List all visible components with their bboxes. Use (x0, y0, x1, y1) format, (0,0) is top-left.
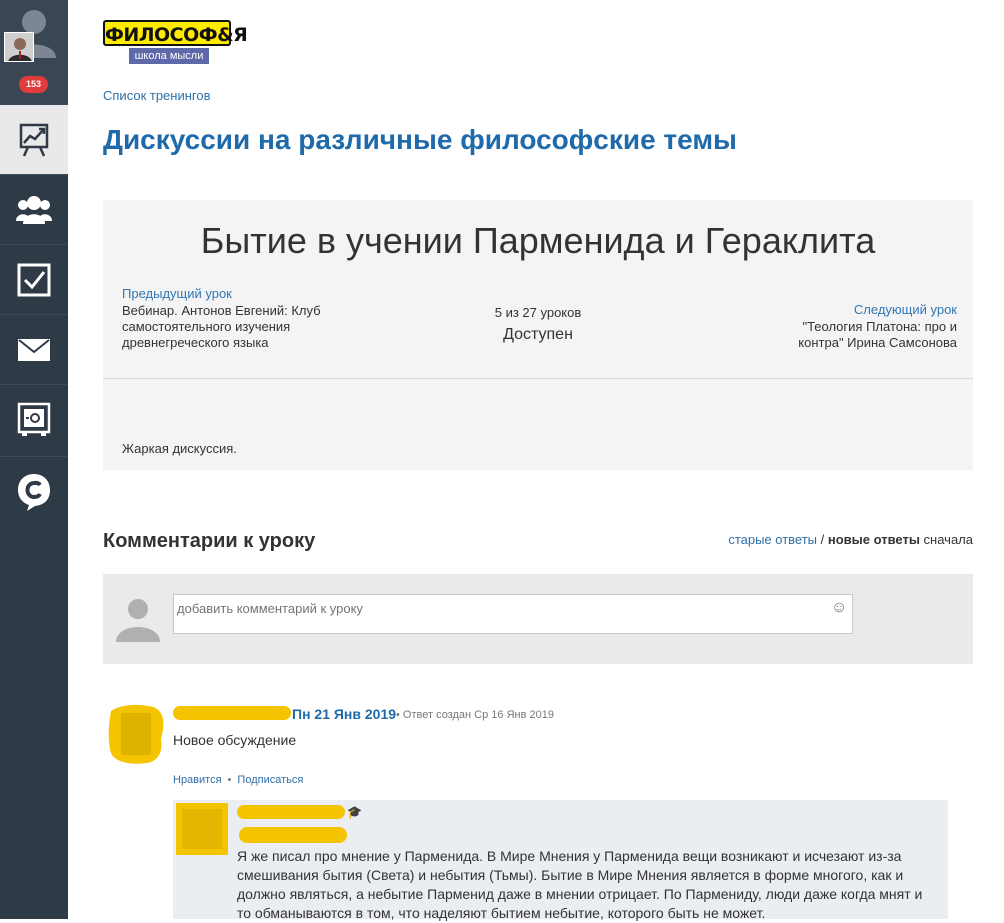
next-lesson-title[interactable]: "Теология Платона: про и контра" Ирина С… (757, 319, 957, 351)
comment-actions: Нравится • Подписаться (173, 774, 303, 786)
comment-meta: • Ответ создан Ср 16 Янв 2019 (396, 709, 554, 721)
sort-new-link[interactable]: новые ответы (828, 532, 920, 547)
logo-wordmark: ФИЛОСОФ&Я (103, 20, 248, 46)
comments-heading: Комментарии к уроку (103, 530, 316, 552)
comments-sort: старые ответы / новые ответы сначала (728, 532, 973, 547)
lesson-divider (103, 378, 973, 379)
lesson-counter: 5 из 27 уроков (494, 305, 582, 320)
avatar-photo-icon (5, 33, 33, 61)
notification-badge[interactable]: 153 (19, 76, 48, 93)
new-comment-box: ☺ (103, 574, 973, 664)
comment-input[interactable] (173, 594, 853, 634)
graduation-cap-icon: 🎓 (347, 805, 362, 819)
prev-lesson[interactable]: Предыдущий урок Вебинар. Антонов Евгений… (122, 286, 322, 351)
lesson-description: Жаркая дискуссия. (122, 441, 237, 456)
lesson-progress: 5 из 27 уроков Доступен (438, 305, 638, 344)
emoji-icon[interactable]: ☺ (831, 599, 847, 617)
lesson-status: Доступен (503, 326, 573, 343)
reply-author-redacted (237, 805, 345, 819)
sidebar-item-users[interactable] (0, 174, 68, 244)
users-group-icon (16, 195, 52, 224)
sort-suffix: сначала (919, 532, 973, 547)
sidebar: 153 (0, 0, 68, 919)
logo-tagline: школа мысли (129, 48, 209, 64)
next-lesson-label[interactable]: Следующий урок (757, 302, 957, 318)
prev-lesson-title[interactable]: Вебинар. Антонов Евгений: Клуб самостоят… (122, 303, 322, 351)
prev-lesson-label[interactable]: Предыдущий урок (122, 286, 322, 302)
checkbox-tasks-icon (17, 263, 51, 296)
mail-icon (18, 338, 50, 361)
reply-text: Я же писал про мнение у Парменида. В Мир… (237, 848, 923, 921)
sort-separator: / (817, 532, 828, 547)
avatar[interactable] (4, 32, 34, 62)
subscribe-link[interactable]: Подписаться (237, 774, 303, 786)
next-lesson[interactable]: Следующий урок "Теология Платона: про и … (757, 302, 957, 351)
breadcrumb-trainings-list[interactable]: Список тренингов (103, 88, 211, 103)
comment-text: Новое обсуждение (173, 732, 297, 748)
reply-subtitle-redacted (239, 827, 347, 843)
reply-comment: 🎓 Я же писал про мнение у Парменида. В М… (173, 800, 948, 921)
like-link[interactable]: Нравится (173, 774, 222, 786)
comment-date[interactable]: Пн 21 Янв 2019 (292, 706, 396, 722)
reply-avatar[interactable] (176, 803, 228, 855)
sidebar-item-safe[interactable] (0, 384, 68, 454)
sidebar-item-trainings[interactable] (0, 104, 68, 174)
sidebar-item-tasks[interactable] (0, 244, 68, 314)
sidebar-user-block[interactable]: 153 (0, 0, 68, 104)
user-silhouette-icon (116, 599, 160, 642)
lesson-card: Бытие в учении Парменида и Гераклита Пре… (103, 200, 973, 470)
site-logo[interactable]: ФИЛОСОФ&Я школа мысли (103, 14, 248, 70)
trainings-chart-icon (19, 123, 49, 157)
chat-logo-icon (18, 473, 50, 511)
lesson-title: Бытие в учении Парменида и Гераклита (200, 220, 876, 261)
commenter-name-redacted (173, 706, 291, 720)
sidebar-item-chat[interactable] (0, 456, 68, 526)
sidebar-item-messages[interactable] (0, 314, 68, 384)
separator-dot: • (227, 774, 232, 786)
page-title: Дискуссии на различные философские темы (103, 124, 737, 155)
sort-old-link[interactable]: старые ответы (728, 532, 817, 547)
commenter-avatar[interactable] (107, 703, 165, 765)
safe-icon (17, 402, 51, 436)
